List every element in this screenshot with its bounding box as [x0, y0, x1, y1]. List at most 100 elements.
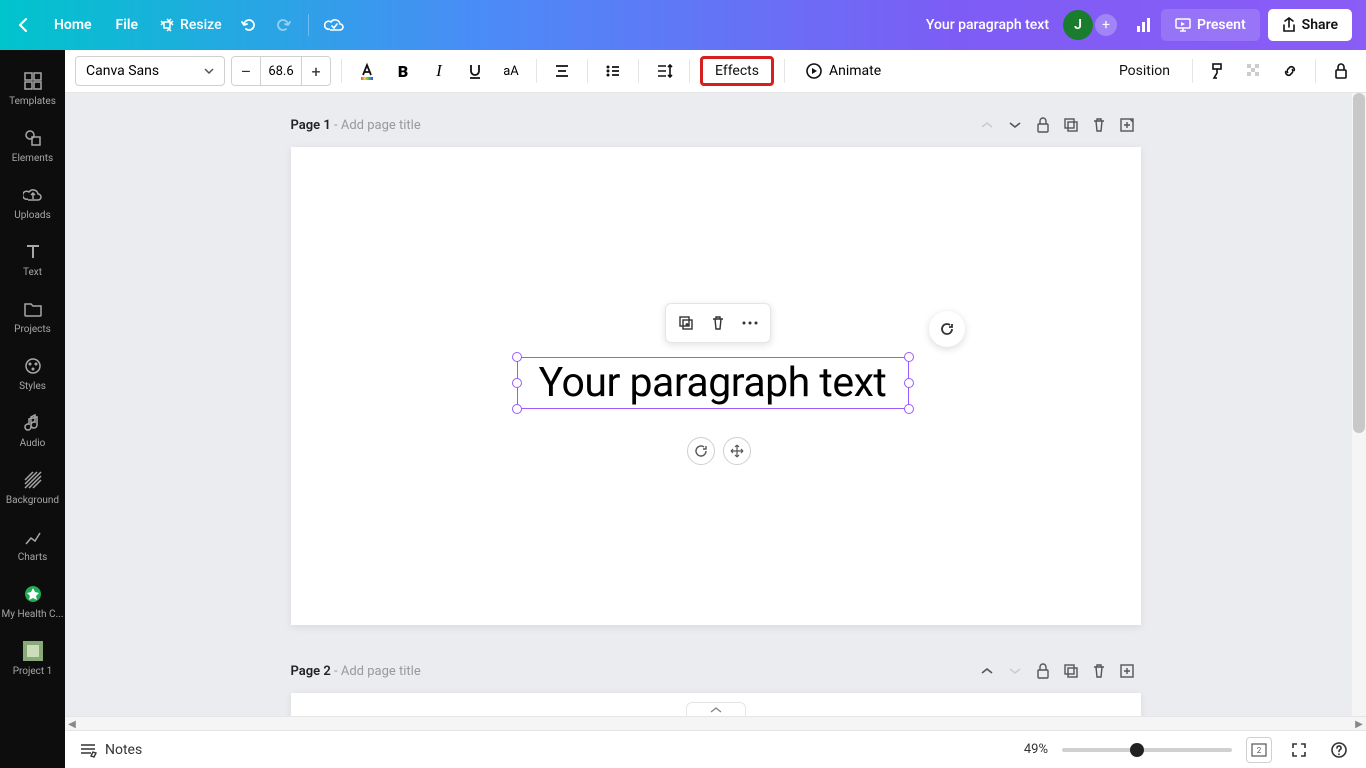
avatar[interactable]: J	[1063, 10, 1093, 40]
sidebar-item-text[interactable]: Text	[0, 231, 65, 288]
share-label: Share	[1302, 17, 1338, 33]
page-duplicate-icon[interactable]	[1057, 111, 1085, 139]
home-button[interactable]: Home	[42, 11, 104, 39]
sidebar-item-charts[interactable]: Charts	[0, 516, 65, 573]
separator	[638, 59, 639, 83]
case-button[interactable]: aA	[496, 56, 526, 86]
sidebar-item-label: Background	[6, 495, 59, 506]
copy-style-button[interactable]	[1203, 56, 1233, 86]
resize-handle[interactable]	[904, 352, 914, 362]
notes-icon	[79, 742, 97, 758]
notes-button[interactable]: Notes	[79, 742, 142, 758]
chevron-down-icon	[204, 68, 214, 74]
font-size-increase[interactable]: +	[302, 57, 330, 85]
resize-handle[interactable]	[512, 378, 522, 388]
file-menu[interactable]: File	[104, 11, 151, 39]
transparency-button[interactable]	[1239, 56, 1269, 86]
scroll-left-icon[interactable]: ◀	[65, 717, 79, 731]
duplicate-button[interactable]	[672, 309, 700, 337]
italic-button[interactable]: I	[424, 56, 454, 86]
cloud-save-icon[interactable]	[317, 8, 351, 42]
sidebar-item-label: Templates	[9, 96, 56, 107]
sidebar-item-background[interactable]: Background	[0, 459, 65, 516]
text-element[interactable]: Your paragraph text	[517, 357, 909, 409]
zoom-slider[interactable]	[1062, 748, 1232, 752]
page-delete-icon[interactable]	[1085, 111, 1113, 139]
position-button[interactable]: Position	[1107, 56, 1182, 86]
sidebar-item-myhealth[interactable]: My Health C...	[0, 573, 65, 630]
horizontal-scrollbar[interactable]: ◀ ▶	[65, 716, 1366, 730]
zoom-label[interactable]: 49%	[1024, 742, 1048, 757]
resize-handle[interactable]	[512, 404, 522, 414]
sidebar-item-project1[interactable]: Project 1	[0, 630, 65, 687]
sidebar-item-label: My Health C...	[2, 609, 64, 620]
templates-icon	[22, 70, 44, 92]
document-name[interactable]: Your paragraph text	[926, 17, 1049, 33]
move-button[interactable]	[723, 437, 751, 465]
help-button[interactable]	[1326, 737, 1352, 763]
refresh-fab[interactable]	[929, 311, 965, 347]
present-label: Present	[1197, 17, 1246, 33]
expand-pages-tab[interactable]	[686, 702, 746, 716]
lock-button[interactable]	[1326, 56, 1356, 86]
share-button[interactable]: Share	[1268, 9, 1352, 41]
font-select[interactable]: Canva Sans	[75, 56, 225, 86]
sidebar-item-styles[interactable]: Styles	[0, 345, 65, 402]
scroll-right-icon[interactable]: ▶	[1352, 717, 1366, 731]
page-duplicate-icon[interactable]	[1057, 657, 1085, 685]
page-canvas[interactable]: Your paragraph text	[291, 147, 1141, 625]
redo-button[interactable]	[266, 8, 300, 42]
effects-button[interactable]: Effects	[700, 56, 774, 86]
sidebar-item-projects[interactable]: Projects	[0, 288, 65, 345]
back-icon[interactable]	[14, 16, 32, 34]
text-content[interactable]: Your paragraph text	[539, 359, 887, 407]
page-add-icon[interactable]	[1113, 657, 1141, 685]
delete-button[interactable]	[704, 309, 732, 337]
uploads-icon	[22, 184, 44, 206]
align-button[interactable]	[547, 56, 577, 86]
sidebar-item-audio[interactable]: Audio	[0, 402, 65, 459]
animate-button[interactable]: Animate	[795, 56, 891, 86]
page-label[interactable]: Page 2 - Add page title	[291, 664, 421, 679]
fullscreen-button[interactable]	[1286, 737, 1312, 763]
spacing-button[interactable]	[649, 56, 679, 86]
page-indicator[interactable]: 2	[1246, 737, 1272, 763]
vertical-scrollbar[interactable]	[1352, 93, 1366, 716]
sidebar: Templates Elements Uploads Text Projects…	[0, 50, 65, 768]
page-lock-icon[interactable]	[1029, 111, 1057, 139]
add-collaborator-button[interactable]: +	[1095, 14, 1117, 36]
page-down-icon[interactable]	[1001, 111, 1029, 139]
page-add-icon[interactable]	[1113, 111, 1141, 139]
sidebar-item-templates[interactable]: Templates	[0, 60, 65, 117]
text-toolbar: Canva Sans – + B I aA	[65, 50, 1366, 93]
separator	[1315, 59, 1316, 83]
font-size-decrease[interactable]: –	[232, 57, 260, 85]
page-label[interactable]: Page 1 - Add page title	[291, 118, 421, 133]
resize-handle[interactable]	[904, 378, 914, 388]
analytics-icon[interactable]	[1127, 8, 1161, 42]
styles-icon	[22, 355, 44, 377]
canvas-area[interactable]: Page 1 - Add page title	[65, 93, 1366, 716]
font-size-input[interactable]	[260, 57, 302, 85]
svg-text:2: 2	[1257, 746, 1262, 755]
floating-toolbar	[665, 303, 771, 343]
bold-button[interactable]: B	[388, 56, 418, 86]
page-up-icon[interactable]	[973, 657, 1001, 685]
present-button[interactable]: Present	[1161, 9, 1260, 41]
resize-handle[interactable]	[512, 352, 522, 362]
more-button[interactable]	[736, 309, 764, 337]
sidebar-item-uploads[interactable]: Uploads	[0, 174, 65, 231]
underline-button[interactable]	[460, 56, 490, 86]
charts-icon	[22, 526, 44, 548]
page-delete-icon[interactable]	[1085, 657, 1113, 685]
sidebar-item-elements[interactable]: Elements	[0, 117, 65, 174]
page-lock-icon[interactable]	[1029, 657, 1057, 685]
undo-button[interactable]	[232, 8, 266, 42]
sidebar-item-label: Text	[23, 267, 42, 278]
link-button[interactable]	[1275, 56, 1305, 86]
rotate-button[interactable]	[687, 437, 715, 465]
resize-button[interactable]: Resize	[150, 11, 232, 39]
list-button[interactable]	[598, 56, 628, 86]
text-color-button[interactable]	[352, 56, 382, 86]
resize-handle[interactable]	[904, 404, 914, 414]
